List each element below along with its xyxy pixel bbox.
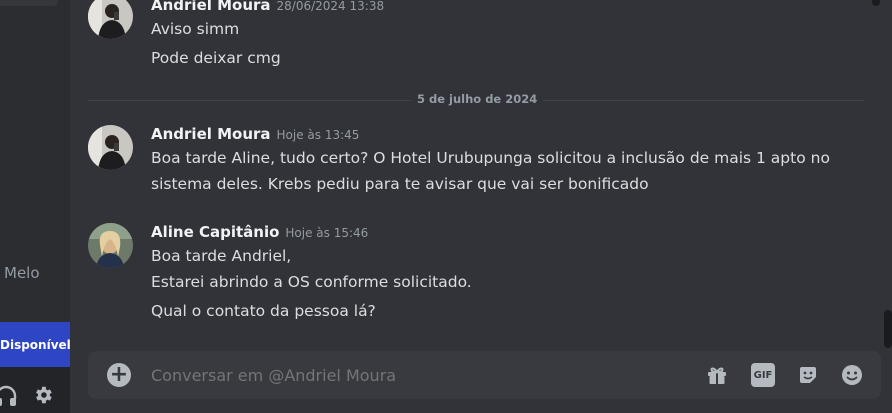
plus-circle-icon[interactable]: + <box>107 363 131 387</box>
message-text: Qual o contato da pessoa lá? <box>151 302 376 320</box>
message-text: Pode deixar cmg <box>151 49 281 67</box>
message-text: Aviso simm <box>151 20 240 38</box>
author-name[interactable]: Aline Capitânio <box>151 223 279 241</box>
dm-list-item-label[interactable]: Melo <box>4 264 40 282</box>
author-name[interactable]: Andriel Moura <box>151 0 271 14</box>
message-text: Estarei abrindo a OS conforme solicitado… <box>151 273 472 291</box>
chat-area: Andriel Moura 28/06/2024 13:38 Aviso simm… <box>70 0 892 413</box>
date-divider-label: 5 de julho de 2024 <box>411 92 544 106</box>
status-badge[interactable]: Disponível <box>0 322 71 367</box>
message-text: Boa tarde Andriel, <box>151 247 292 265</box>
gif-icon[interactable]: GIF <box>751 363 775 387</box>
message-input[interactable] <box>151 364 671 386</box>
discord-dm-window: Melo Disponível Andriel Moura 28/06/2024… <box>0 0 892 413</box>
gear-icon[interactable] <box>32 384 54 406</box>
message-composer: + GIF <box>88 351 881 399</box>
gift-icon[interactable] <box>705 363 729 387</box>
timestamp: Hoje às 15:46 <box>285 226 369 240</box>
timestamp: 28/06/2024 13:38 <box>276 0 385 13</box>
message-text: sistema deles. Krebs pediu para te avisa… <box>151 175 649 193</box>
scrollbar-thumb[interactable] <box>884 310 892 348</box>
timestamp: Hoje às 13:45 <box>276 128 360 142</box>
message-text: Boa tarde Aline, tudo certo? O Hotel Uru… <box>151 149 830 167</box>
message-header: Aline Capitânio Hoje às 15:46 <box>151 222 368 241</box>
headphones-icon[interactable] <box>0 385 18 407</box>
avatar[interactable] <box>88 0 133 39</box>
message-header: Andriel Moura 28/06/2024 13:38 <box>151 0 384 14</box>
avatar[interactable] <box>88 125 133 170</box>
message-header: Andriel Moura Hoje às 13:45 <box>151 124 359 143</box>
sidebar-top-item[interactable] <box>0 0 58 6</box>
scrollbar-thumb[interactable] <box>872 0 880 6</box>
avatar[interactable] <box>88 223 133 268</box>
author-name[interactable]: Andriel Moura <box>151 125 271 143</box>
sidebar: Melo Disponível <box>0 0 71 413</box>
emoji-icon[interactable] <box>840 363 864 387</box>
sticker-icon[interactable] <box>796 363 820 387</box>
